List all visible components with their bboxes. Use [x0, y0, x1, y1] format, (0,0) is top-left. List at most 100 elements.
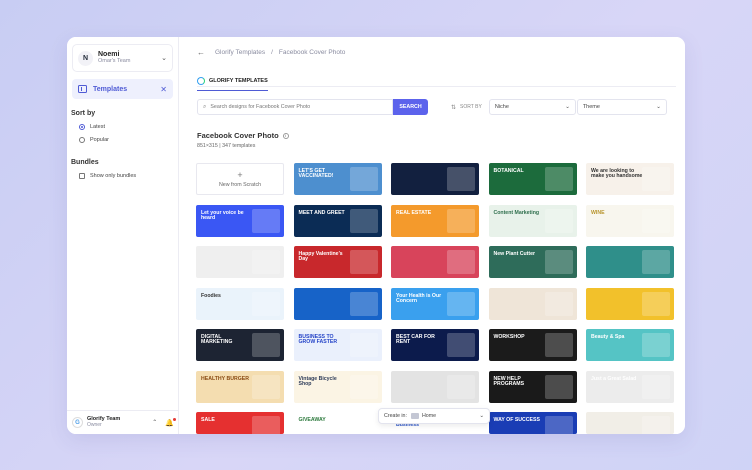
- template-card-text: BOTANICAL: [493, 168, 524, 174]
- template-card[interactable]: WORKSHOP: [488, 329, 577, 361]
- template-card-text: Your Health is Our Concern: [396, 292, 442, 304]
- create-in-select[interactable]: Home: [410, 413, 476, 419]
- template-thumbnail-image: [544, 333, 573, 357]
- template-card[interactable]: BOTANICAL: [488, 163, 577, 195]
- template-card[interactable]: Vintage Bicycle Shop: [293, 370, 382, 403]
- sort-latest-radio[interactable]: Latest: [79, 124, 178, 130]
- template-thumbnail-image: [544, 416, 573, 434]
- template-card[interactable]: Content Marketing: [488, 204, 577, 237]
- theme-dropdown[interactable]: Theme ⌄: [576, 99, 667, 115]
- template-card[interactable]: LET'S GET VACCINATED!: [293, 163, 382, 195]
- template-card[interactable]: Beauty & Spa: [586, 329, 674, 361]
- template-card[interactable]: MEET AND GREET: [293, 204, 382, 237]
- chevron-down-icon: ⌄: [565, 104, 570, 110]
- template-thumbnail-image: [349, 208, 378, 233]
- template-thumbnail-image: [447, 250, 475, 274]
- template-thumbnail-image: [252, 291, 280, 316]
- template-card[interactable]: [391, 246, 479, 278]
- template-card[interactable]: [391, 370, 479, 403]
- search-button[interactable]: SEARCH: [393, 99, 428, 115]
- search-row: ⌕ SEARCH ⇅ SORT BY Niche ⌄ Theme ⌄: [197, 99, 685, 115]
- template-card[interactable]: REAL ESTATE: [391, 204, 479, 237]
- template-thumbnail-image: [252, 250, 280, 274]
- template-card[interactable]: New Plant Cutter: [488, 246, 577, 278]
- sort-icon: ⇅: [451, 104, 457, 111]
- template-card[interactable]: SALE: [196, 412, 284, 434]
- team-role: Owner: [87, 421, 102, 428]
- template-card[interactable]: We are looking to make you handsome: [586, 163, 674, 195]
- template-thumbnail-image: [252, 333, 280, 357]
- account-menu[interactable]: G Glorify Team Owner ⌃ 🔔: [67, 410, 179, 434]
- template-card[interactable]: [586, 412, 674, 434]
- template-thumbnail-image: [349, 291, 378, 316]
- template-card-text: GIVEAWAY: [298, 417, 326, 423]
- template-thumbnail-image: [642, 291, 670, 316]
- breadcrumb-parent[interactable]: Glorify Templates: [215, 49, 265, 56]
- create-in-bar[interactable]: Create in: Home ⌄: [378, 408, 490, 424]
- template-card[interactable]: HEALTHY BURGER: [196, 370, 284, 403]
- template-card[interactable]: Just a Great Salad: [586, 370, 674, 403]
- chevron-down-icon: ⌄: [656, 104, 661, 110]
- template-card[interactable]: [586, 287, 674, 320]
- template-card[interactable]: [586, 246, 674, 278]
- close-icon[interactable]: ✕: [160, 85, 167, 94]
- new-from-scratch-label: New from Scratch: [218, 181, 262, 188]
- template-thumbnail-image: [447, 167, 475, 191]
- template-card[interactable]: Happy Valentine's Day: [293, 246, 382, 278]
- template-thumbnail-image: [642, 416, 670, 434]
- template-card[interactable]: [391, 163, 479, 195]
- template-thumbnail-image: [544, 291, 573, 316]
- template-card[interactable]: [488, 287, 577, 320]
- template-card-text: Just a Great Salad: [591, 375, 637, 382]
- templates-icon: [78, 85, 87, 93]
- template-thumbnail-image: [544, 374, 573, 399]
- template-card[interactable]: GIVEAWAY: [293, 412, 382, 434]
- avatar: N: [78, 50, 93, 66]
- info-icon[interactable]: i: [282, 132, 289, 139]
- template-thumbnail-image: [349, 250, 378, 274]
- workspace-switcher[interactable]: N Noemi Omar's Team ⌄: [72, 44, 173, 72]
- sort-popular-radio[interactable]: Popular: [79, 137, 178, 143]
- search-input[interactable]: [210, 104, 386, 110]
- template-thumbnail-image: [642, 208, 670, 233]
- chevron-up-icon[interactable]: ⌃: [152, 419, 157, 426]
- template-card-text: Content Marketing: [493, 209, 540, 216]
- template-card[interactable]: BEST CAR FOR RENT: [391, 329, 479, 361]
- template-card[interactable]: Let your voice be heard: [196, 204, 284, 237]
- template-card[interactable]: [293, 287, 382, 320]
- bell-icon[interactable]: 🔔: [165, 417, 176, 427]
- template-card-text: NEW HELP PROGRAMS: [493, 375, 525, 387]
- template-thumbnail-image: [349, 167, 378, 191]
- template-card-text: LET'S GET VACCINATED!: [298, 168, 334, 180]
- sidebar-item-templates[interactable]: Templates ✕: [72, 79, 173, 99]
- template-card[interactable]: [196, 246, 284, 278]
- template-card-text: WORKSHOP: [493, 334, 525, 340]
- back-arrow-icon[interactable]: ←: [197, 48, 205, 57]
- template-card-text: Foodies: [201, 292, 221, 299]
- tab-glorify-templates[interactable]: GLORIFY TEMPLATES: [197, 77, 268, 91]
- search-box[interactable]: ⌕: [197, 99, 393, 115]
- new-from-scratch-card[interactable]: + New from Scratch: [196, 163, 284, 195]
- template-thumbnail-image: [544, 208, 573, 233]
- breadcrumb-current: Facebook Cover Photo: [278, 49, 346, 56]
- template-card[interactable]: Your Health is Our Concern: [391, 287, 479, 320]
- template-thumbnail-image: [447, 374, 475, 399]
- template-card[interactable]: WAY OF SUCCESS: [488, 412, 577, 434]
- niche-dropdown[interactable]: Niche ⌄: [488, 99, 576, 115]
- template-card[interactable]: WINE: [586, 204, 674, 237]
- bundles-heading: Bundles: [71, 159, 99, 166]
- template-thumbnail-image: [544, 167, 573, 191]
- chevron-down-icon: ⌄: [479, 413, 484, 419]
- template-card-text: DIGITAL MARKETING: [201, 334, 233, 346]
- template-card-text: BUSINESS TO GROW FASTER: [298, 334, 338, 346]
- template-card[interactable]: Foodies: [196, 287, 284, 320]
- template-thumbnail-image: [252, 374, 280, 399]
- template-card[interactable]: BUSINESS TO GROW FASTER: [293, 329, 382, 361]
- template-thumbnail-image: [447, 291, 475, 316]
- template-card-text: HEALTHY BURGER: [201, 375, 249, 382]
- template-thumbnail-image: [447, 208, 475, 233]
- show-bundles-checkbox[interactable]: Show only bundles: [79, 173, 178, 179]
- sort-by-heading: Sort by: [71, 110, 96, 117]
- template-card[interactable]: DIGITAL MARKETING: [196, 329, 284, 361]
- template-card[interactable]: NEW HELP PROGRAMS: [488, 370, 577, 403]
